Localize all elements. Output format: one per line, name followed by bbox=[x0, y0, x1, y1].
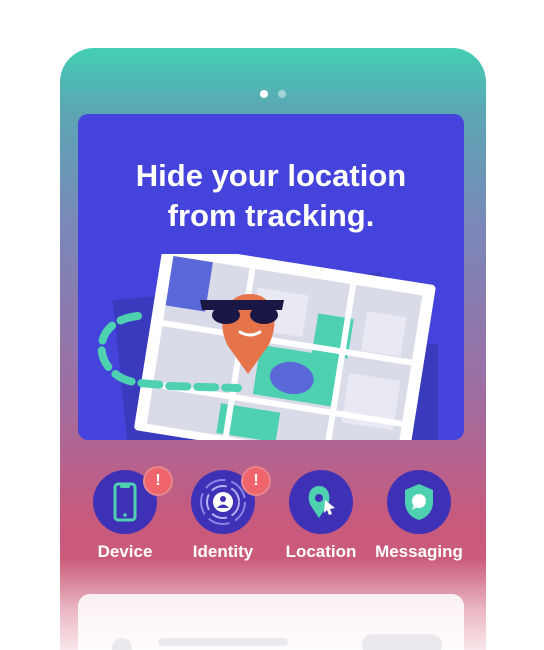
feature-identity[interactable]: ! Identity bbox=[173, 466, 273, 562]
hero-title-line2: from tracking. bbox=[167, 198, 375, 233]
hero-title: Hide your location from tracking. bbox=[78, 156, 464, 236]
identity-icon-circle[interactable]: ! bbox=[191, 466, 271, 534]
feature-device[interactable]: ! Device bbox=[75, 466, 175, 562]
messaging-icon-circle[interactable] bbox=[387, 470, 451, 534]
faded-button bbox=[362, 634, 442, 650]
left-fade bbox=[0, 550, 60, 650]
alert-badge: ! bbox=[143, 466, 173, 496]
hero-card: Hide your location from tracking. bbox=[78, 114, 464, 440]
map-illustration bbox=[97, 254, 438, 440]
phone-screen: Hide your location from tracking. ! Devi… bbox=[60, 48, 486, 650]
right-fade bbox=[484, 550, 544, 650]
hero-title-line1: Hide your location bbox=[135, 158, 407, 193]
shield-chat-icon bbox=[405, 484, 433, 520]
faded-icon bbox=[112, 638, 132, 650]
bottom-card bbox=[78, 594, 464, 650]
location-pin-icon bbox=[308, 486, 335, 518]
alert-badge: ! bbox=[241, 466, 271, 496]
location-icon-circle[interactable] bbox=[289, 470, 353, 534]
feature-location[interactable]: Location bbox=[271, 470, 371, 562]
carousel-dot-active[interactable] bbox=[260, 90, 268, 98]
faded-text bbox=[158, 638, 288, 646]
device-icon-circle[interactable]: ! bbox=[93, 466, 173, 534]
carousel-indicator bbox=[60, 85, 486, 103]
feature-messaging[interactable]: Messaging bbox=[369, 470, 469, 562]
carousel-dot[interactable] bbox=[278, 90, 286, 98]
